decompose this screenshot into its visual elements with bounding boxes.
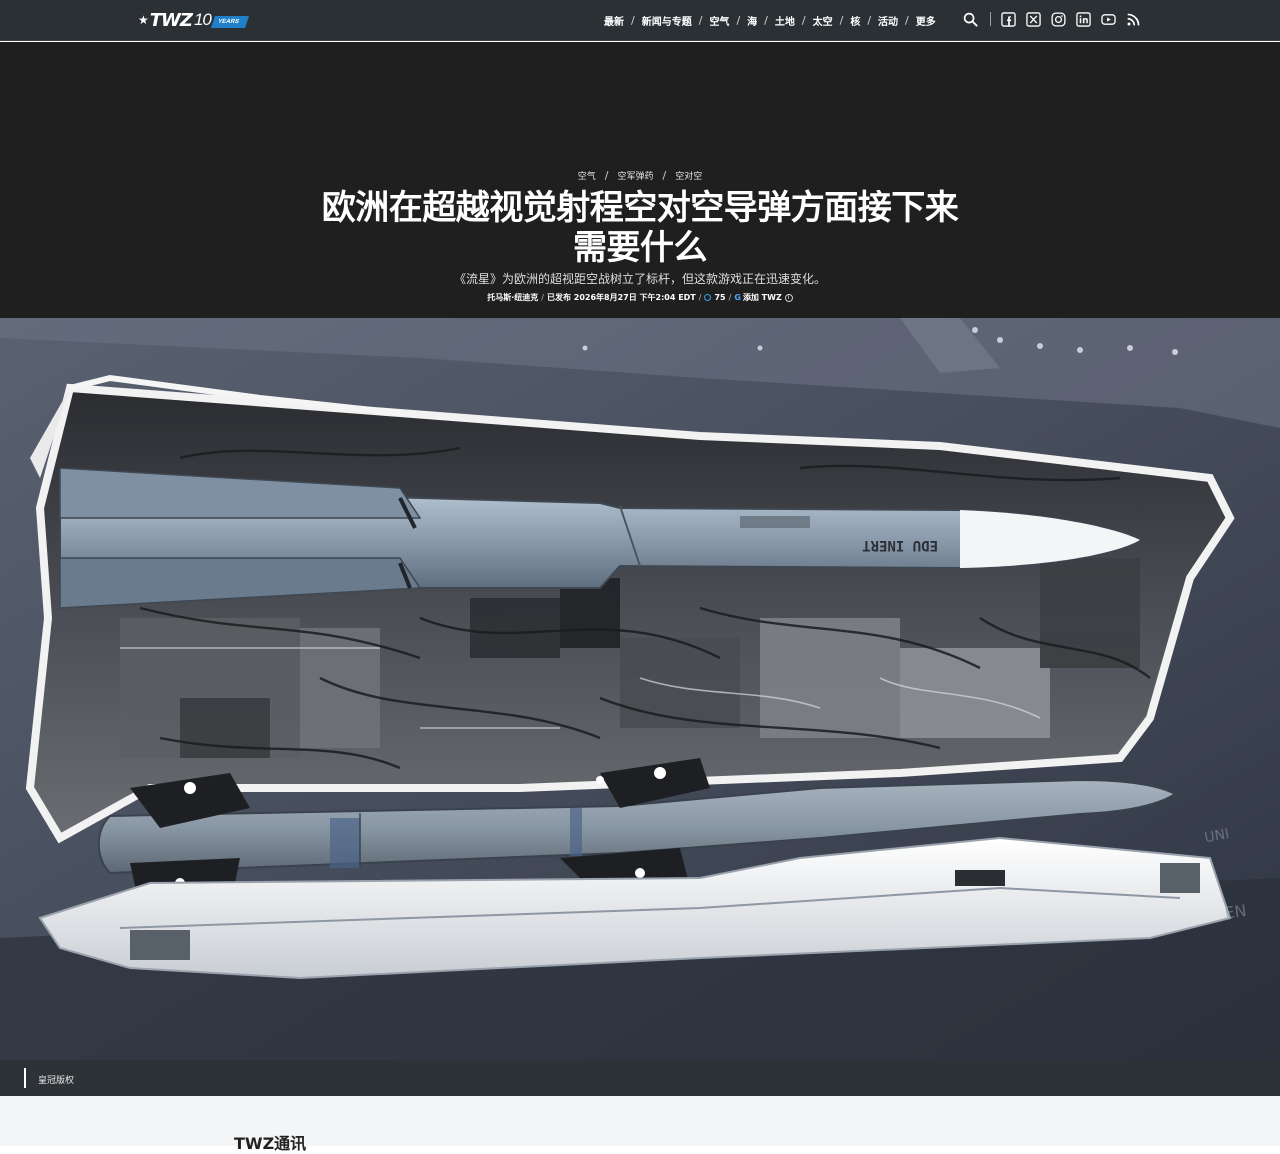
breadcrumb-air-to-air[interactable]: 空对空 — [675, 172, 702, 182]
main-menu: 最新 / 新闻与专题 / 空气 / 海 / 土地 / 太空 / 核 / 活动 /… — [604, 13, 936, 28]
info-icon[interactable]: i — [784, 293, 793, 302]
article-meta: 托马斯·纽迪克 / 已发布 2026年8月27日 下午2:04 EDT / 75… — [0, 292, 1280, 303]
logo-anniversary: 10 — [193, 10, 212, 29]
youtube-icon[interactable] — [1101, 12, 1116, 27]
nav-separator: / — [698, 14, 703, 27]
nav-item-air[interactable]: 空气 — [709, 13, 729, 28]
nav-item-land[interactable]: 土地 — [775, 13, 795, 28]
breadcrumb-separator: / — [662, 169, 667, 182]
nav-separator: / — [867, 14, 872, 27]
article-subtitle: 《流星》为欧洲的超视距空战树立了标杆，但这款游戏正在迅速变化。 — [453, 272, 826, 286]
breadcrumb: 空气 / 空军弹药 / 空对空 — [0, 169, 1280, 182]
nav-item-events[interactable]: 活动 — [878, 13, 898, 28]
author-link[interactable]: 托马斯·纽迪克 — [487, 292, 538, 303]
nav-item-nuclear[interactable]: 核 — [850, 13, 860, 28]
nav-separator: / — [839, 14, 844, 27]
publish-date: 已发布 2026年8月27日 下午2:04 EDT — [546, 293, 696, 302]
comment-icon — [704, 294, 712, 301]
star-icon: ★ — [138, 13, 149, 27]
facebook-icon[interactable] — [1001, 11, 1016, 27]
meta-separator: / — [728, 293, 732, 302]
missile-marking: EDU INERT — [862, 537, 938, 553]
nav-separator: / — [736, 14, 741, 27]
newsletter-title: TWZ通讯 — [234, 1134, 307, 1153]
nav-item-space[interactable]: 太空 — [813, 13, 833, 28]
nav-item-more[interactable]: 更多 — [916, 13, 936, 28]
nav-icons — [963, 11, 1151, 27]
search-icon[interactable] — [963, 12, 978, 27]
nav-item-latest[interactable]: 最新 — [604, 13, 624, 28]
caption-marker — [24, 1068, 26, 1088]
meta-separator: / — [541, 293, 544, 302]
nav-divider — [990, 12, 991, 26]
add-source-button[interactable]: 添加 TWZ — [743, 292, 782, 303]
comment-count[interactable]: 75 — [714, 293, 725, 302]
linkedin-icon[interactable] — [1076, 11, 1091, 27]
image-credit: 皇冠版权 — [38, 1076, 75, 1086]
logo-years: YEARS — [210, 15, 249, 28]
nav-item-news-features[interactable]: 新闻与专题 — [642, 13, 692, 28]
svg-text:EN: EN — [1223, 901, 1248, 923]
instagram-icon[interactable] — [1051, 11, 1066, 27]
newsletter-section: TWZ通讯 — [0, 1096, 1280, 1153]
logo-brand: TWZ — [149, 9, 193, 31]
nav-separator: / — [631, 14, 635, 27]
x-icon[interactable] — [1026, 11, 1041, 27]
breadcrumb-air[interactable]: 空气 — [578, 172, 596, 182]
breadcrumb-separator: / — [604, 169, 609, 182]
site-logo[interactable]: ★ TWZ 10 YEARS — [138, 9, 249, 31]
google-icon: G — [734, 293, 741, 302]
article-title: 欧洲在超越视觉射程空对空导弹方面接下来需要什么 — [321, 188, 959, 268]
nav-separator: / — [905, 14, 909, 27]
top-nav: ★ TWZ 10 YEARS 最新 / 新闻与专题 / 空气 / 海 / 土地 … — [0, 0, 1280, 41]
nav-separator: / — [764, 14, 768, 27]
breadcrumb-air-munitions[interactable]: 空军弹药 — [617, 172, 653, 182]
nav-item-sea[interactable]: 海 — [747, 13, 757, 28]
image-caption-bar: 皇冠版权 — [0, 1060, 1280, 1096]
nav-separator: / — [801, 14, 806, 27]
rss-icon[interactable] — [1126, 12, 1141, 27]
hero-image: EDU INERT UNI EN — [0, 318, 1280, 1060]
meta-separator: / — [698, 293, 702, 302]
weapons-bay-illustration: EDU INERT UNI EN — [0, 318, 1280, 1060]
